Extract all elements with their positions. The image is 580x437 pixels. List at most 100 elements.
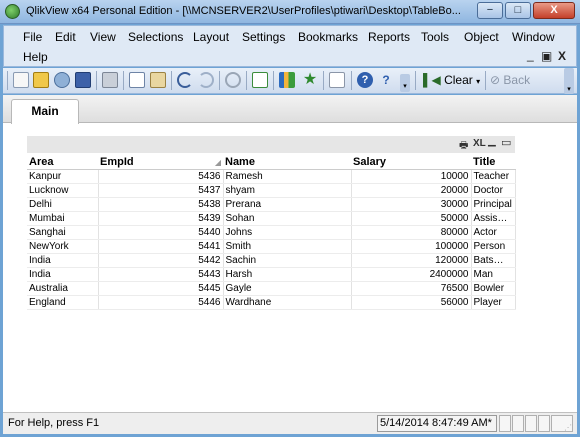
current-selections-icon[interactable] [252,72,268,88]
salary-cell[interactable]: 20000 [351,183,472,198]
title-cell[interactable]: Doctor [471,183,516,198]
minimize-icon[interactable]: ▁ [488,136,496,147]
toolbar-overflow-icon[interactable]: ▾ [400,74,410,92]
menu-bookmarks[interactable]: Bookmarks [298,30,358,44]
empid-cell[interactable]: 5446 [98,295,224,310]
empid-cell[interactable]: 5443 [98,267,224,282]
print-icon[interactable] [102,72,118,88]
new-chart-icon[interactable] [279,72,295,88]
minimize-button[interactable]: − [477,2,503,19]
maximize-icon[interactable]: ▭ [501,136,511,149]
undo-icon[interactable] [177,72,193,88]
edit-script-icon[interactable] [129,72,145,88]
redo-icon[interactable] [198,72,214,88]
menu-edit[interactable]: Edit [55,30,76,44]
area-cell[interactable]: Kanpur [27,169,99,184]
name-cell[interactable]: Johns [223,225,352,240]
print-icon[interactable]: 🖶 [459,138,468,155]
name-cell[interactable]: Ramesh [223,169,352,184]
empid-cell[interactable]: 5439 [98,211,224,226]
area-cell[interactable]: England [27,295,99,310]
name-cell[interactable]: Harsh [223,267,352,282]
help-icon[interactable]: ? [357,72,373,88]
column-header-salary[interactable]: Salary [351,155,471,170]
search-icon[interactable] [225,72,241,88]
empid-cell[interactable]: 5436 [98,169,224,184]
qlikview-app-icon[interactable] [5,4,20,19]
area-cell[interactable]: India [27,267,99,282]
reload-data-icon[interactable] [150,72,166,88]
salary-cell[interactable]: 56000 [351,295,472,310]
menu-object[interactable]: Object [464,30,499,44]
menu-tools[interactable]: Tools [421,30,449,44]
salary-cell[interactable]: 80000 [351,225,472,240]
menu-reports[interactable]: Reports [368,30,410,44]
name-cell[interactable]: Prerana [223,197,352,212]
tab-main[interactable]: Main [11,99,79,124]
empid-cell[interactable]: 5437 [98,183,224,198]
name-cell[interactable]: shyam [223,183,352,198]
new-document-icon[interactable] [13,72,29,88]
mdi-close-button[interactable]: X [558,49,566,63]
menu-view[interactable]: View [90,30,116,44]
salary-cell[interactable]: 100000 [351,239,472,254]
send-to-excel-icon[interactable]: XL [473,138,486,149]
salary-cell[interactable]: 2400000 [351,267,472,282]
area-cell[interactable]: NewYork [27,239,99,254]
area-cell[interactable]: Sanghai [27,225,99,240]
column-header-title[interactable]: Title [471,155,515,170]
name-cell[interactable]: Sohan [223,211,352,226]
title-cell[interactable]: Bats… [471,253,516,268]
mdi-restore-button[interactable]: ▣ [541,49,552,63]
column-header-empid[interactable]: EmpId ◢ [98,155,223,170]
area-cell[interactable]: Lucknow [27,183,99,198]
salary-cell[interactable]: 10000 [351,169,472,184]
area-cell[interactable]: Delhi [27,197,99,212]
menu-help[interactable]: Help [23,50,48,64]
name-cell[interactable]: Wardhane [223,295,352,310]
title-cell[interactable]: Actor [471,225,516,240]
close-button[interactable]: X [533,2,575,19]
open-folder-icon[interactable] [33,72,49,88]
column-header-name[interactable]: Name [223,155,351,170]
title-cell[interactable]: Principal [471,197,516,212]
empid-cell[interactable]: 5442 [98,253,224,268]
design-grid-icon[interactable] [329,72,345,88]
title-cell[interactable]: Man [471,267,516,282]
menu-selections[interactable]: Selections [128,30,183,44]
name-cell[interactable]: Gayle [223,281,352,296]
column-header-area[interactable]: Area [27,155,98,170]
empid-cell[interactable]: 5441 [98,239,224,254]
title-cell[interactable]: Person [471,239,516,254]
menu-layout[interactable]: Layout [193,30,229,44]
resize-grip-icon[interactable]: ⋰ [551,415,573,432]
maximize-button[interactable]: □ [505,2,531,19]
salary-cell[interactable]: 50000 [351,211,472,226]
menu-window[interactable]: Window [512,30,555,44]
salary-cell[interactable]: 120000 [351,253,472,268]
salary-cell[interactable]: 30000 [351,197,472,212]
area-cell[interactable]: Australia [27,281,99,296]
menu-file[interactable]: File [23,30,42,44]
title-cell[interactable]: Bowler [471,281,516,296]
reload-icon[interactable] [54,72,70,88]
context-help-icon[interactable]: ? [378,72,394,88]
back-button[interactable]: ⊘ Back [490,71,530,90]
title-cell[interactable]: Player [471,295,516,310]
title-cell[interactable]: Teacher [471,169,516,184]
menu-settings[interactable]: Settings [242,30,285,44]
salary-cell[interactable]: 76500 [351,281,472,296]
toolbar-overflow-icon[interactable]: ▾ [564,68,574,94]
title-cell[interactable]: Assis… [471,211,516,226]
mdi-minimize-button[interactable]: _ [527,48,534,62]
save-icon[interactable] [75,72,91,88]
empid-cell[interactable]: 5438 [98,197,224,212]
area-cell[interactable]: India [27,253,99,268]
name-cell[interactable]: Smith [223,239,352,254]
empid-cell[interactable]: 5440 [98,225,224,240]
bookmark-star-icon[interactable]: ★ [302,72,318,88]
area-cell[interactable]: Mumbai [27,211,99,226]
clear-button[interactable]: ▌◀ Clear ▾ [423,71,480,90]
name-cell[interactable]: Sachin [223,253,352,268]
empid-cell[interactable]: 5445 [98,281,224,296]
